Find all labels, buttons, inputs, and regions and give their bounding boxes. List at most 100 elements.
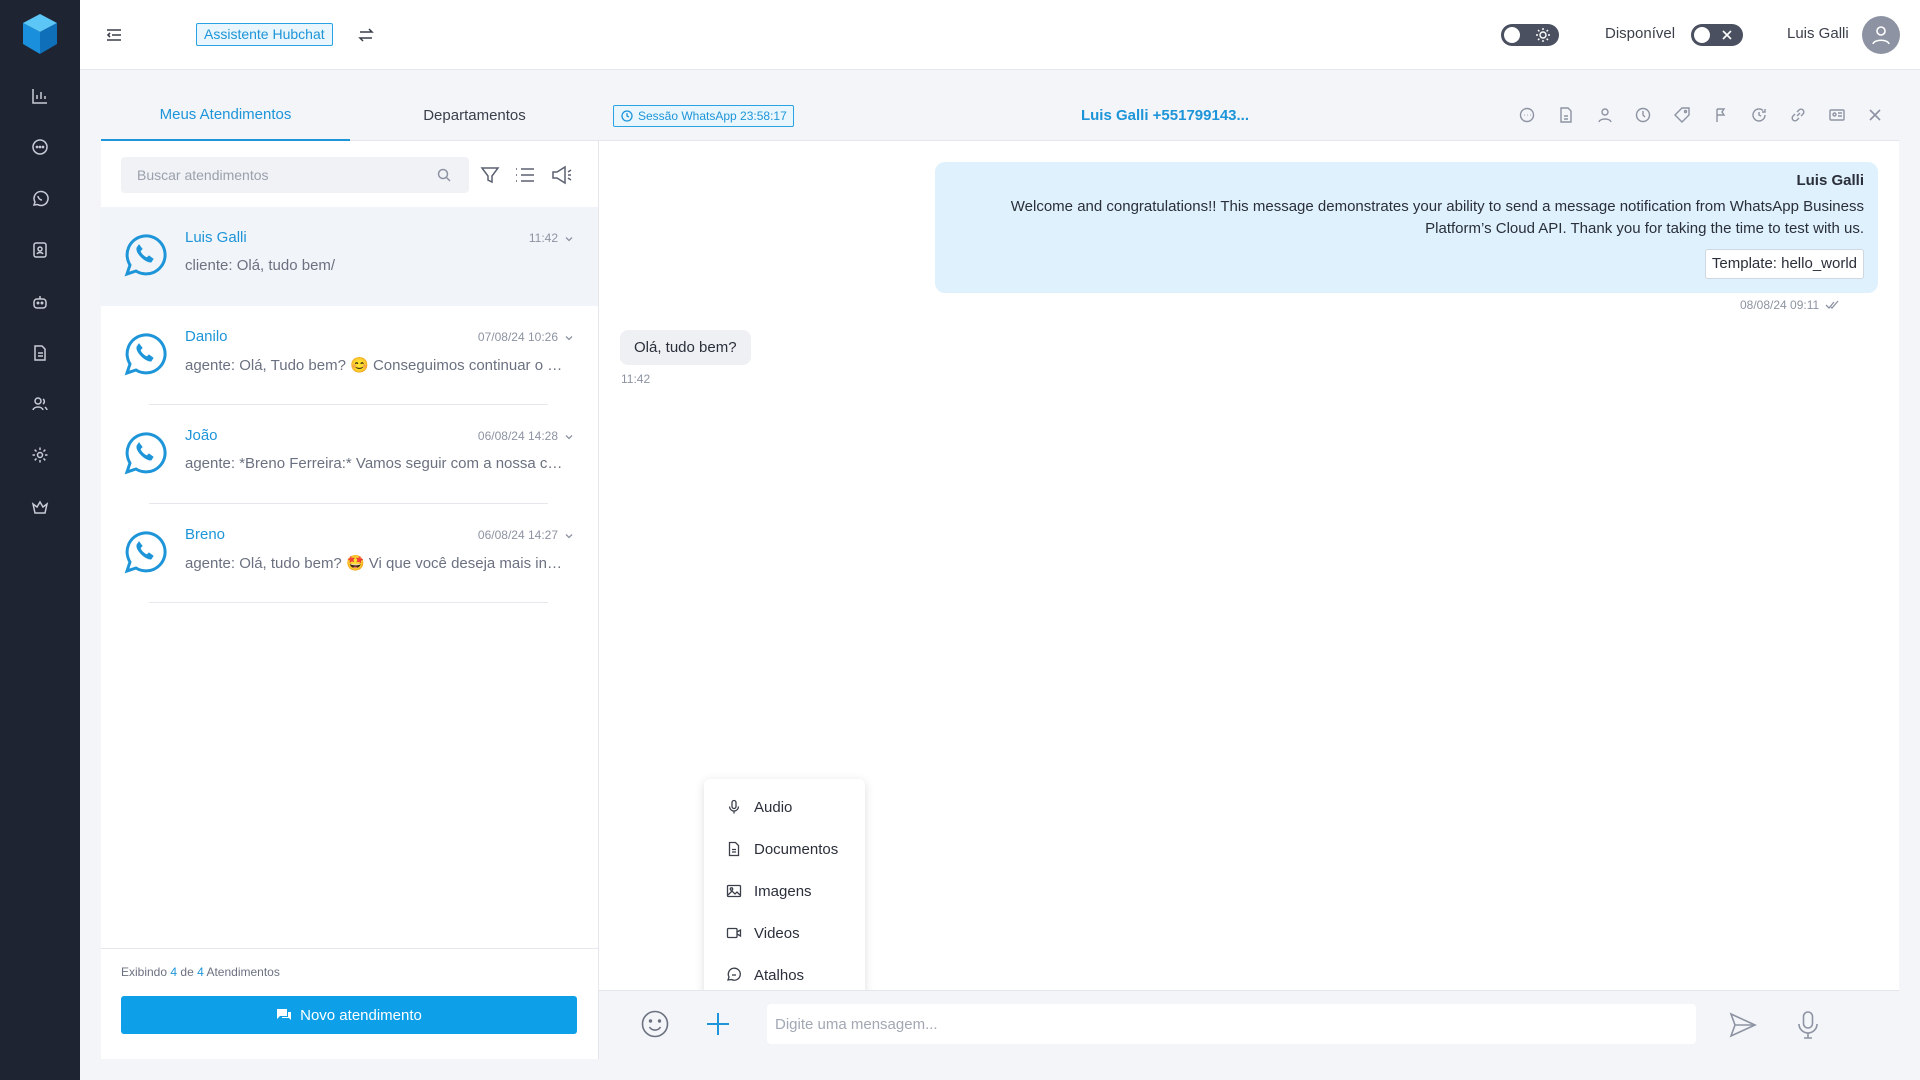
chevron-down-icon[interactable]: [564, 234, 574, 244]
new-conversation-label: Novo atendimento: [300, 1006, 422, 1024]
conversation-name: Luis Galli: [185, 229, 247, 246]
conversation-item[interactable]: João 06/08/24 14:28 agente: *Breno Ferreir…: [101, 405, 598, 504]
attach-images-label: Imagens: [754, 882, 812, 900]
message-input-wrapper: [767, 1004, 1696, 1044]
close-icon[interactable]: [1866, 106, 1886, 126]
conversation-item[interactable]: Luis Galli 11:42 cliente: Olá, tudo bem/: [101, 207, 598, 306]
attachment-menu: Audio Documentos Imagens Videos Atalhos: [704, 779, 865, 1004]
session-badge: Sessão WhatsApp 23:58:17: [613, 105, 794, 127]
attach-shortcuts[interactable]: Atalhos: [726, 964, 804, 986]
outgoing-message[interactable]: Luis Galli Welcome and congratulations!!…: [935, 162, 1878, 293]
admin-crown-icon[interactable]: [26, 493, 54, 521]
x-icon: [1722, 30, 1732, 40]
team-icon[interactable]: [26, 390, 54, 418]
search-input[interactable]: [121, 157, 441, 193]
attach-images[interactable]: Imagens: [726, 880, 812, 902]
clock-history-icon[interactable]: [1634, 106, 1654, 126]
tag-icon[interactable]: [1673, 106, 1693, 126]
message-text: Welcome and congratulations!! This messa…: [1010, 198, 1864, 237]
broadcast-megaphone-icon[interactable]: [550, 164, 574, 188]
attach-audio[interactable]: Audio: [726, 796, 792, 818]
list-view-icon[interactable]: [513, 164, 537, 188]
conversation-item[interactable]: Breno 06/08/24 14:27 agente: Olá, tudo bem…: [101, 504, 598, 603]
plus-icon: [707, 1013, 729, 1035]
template-tag: Template: hello_world: [1704, 249, 1864, 279]
message-input[interactable]: [767, 1004, 1696, 1044]
image-icon: [726, 884, 742, 898]
mic-icon: [728, 799, 740, 814]
attach-documents-label: Documentos: [754, 840, 839, 858]
conversation-preview: agente: *Breno Ferreira:* Vamos seguir c…: [185, 455, 565, 472]
send-button[interactable]: [1728, 1010, 1758, 1040]
search-icon[interactable]: [437, 168, 451, 182]
user-icon: [1872, 26, 1890, 45]
user-avatar[interactable]: [1862, 16, 1900, 54]
list-footer-divider: [101, 948, 598, 949]
chat-title[interactable]: Luis Galli +551799143...: [1060, 107, 1270, 124]
message-sender: Luis Galli: [1796, 172, 1864, 189]
attach-plus-button[interactable]: [704, 1010, 732, 1038]
availability-toggle[interactable]: [1691, 24, 1743, 46]
shortcut-icon: [727, 967, 741, 981]
double-check-icon: [1825, 300, 1839, 309]
attach-videos[interactable]: Videos: [726, 922, 800, 944]
emoji-button[interactable]: [640, 1009, 670, 1039]
send-icon: [1729, 1012, 1757, 1038]
tab-meus-atendimentos[interactable]: Meus Atendimentos: [101, 90, 350, 141]
chat-icon[interactable]: [26, 133, 54, 161]
chat-bubbles-icon: [277, 1009, 292, 1020]
user-name[interactable]: Luis Galli: [1787, 25, 1849, 42]
contacts-icon[interactable]: [26, 236, 54, 264]
message-timestamp: 08/08/24 09:11: [1740, 298, 1820, 312]
chevron-down-icon[interactable]: [564, 531, 574, 541]
attach-videos-label: Videos: [754, 924, 800, 942]
conversation-preview: agente: Olá, tudo bem? 🤩 Vi que você des…: [185, 555, 565, 572]
chevron-down-icon[interactable]: [564, 333, 574, 343]
conversation-name: João: [185, 427, 218, 444]
theme-toggle[interactable]: [1501, 24, 1559, 46]
document-icon: [728, 841, 740, 857]
voice-record-button[interactable]: [1794, 1010, 1822, 1040]
search-box: [121, 157, 469, 193]
assistant-badge[interactable]: Assistente Hubchat: [196, 23, 333, 46]
whatsapp-icon: [124, 333, 167, 376]
emoji-icon: [641, 1010, 669, 1038]
chevron-down-icon[interactable]: [564, 432, 574, 442]
mic-icon: [1798, 1011, 1818, 1039]
bot-icon[interactable]: [26, 288, 54, 316]
tab-departamentos[interactable]: Departamentos: [350, 90, 599, 141]
whatsapp-icon: [124, 432, 167, 475]
conversation-preview: cliente: Olá, tudo bem/: [185, 257, 336, 274]
whatsapp-icon: [124, 234, 167, 277]
swap-arrows-icon[interactable]: [357, 26, 375, 44]
link-icon[interactable]: [1789, 106, 1809, 126]
dashboard-chart-icon[interactable]: [26, 82, 54, 110]
whatsapp-icon[interactable]: [26, 184, 54, 212]
conversation-count: Exibindo 4 de 4 Atendimentos: [121, 965, 280, 979]
user-icon[interactable]: [1596, 106, 1616, 126]
new-conversation-button[interactable]: Novo atendimento: [121, 996, 577, 1034]
reports-icon[interactable]: [26, 339, 54, 367]
incoming-message[interactable]: Olá, tudo bem?: [620, 330, 751, 365]
id-card-icon[interactable]: [1828, 106, 1848, 126]
incoming-message-timestamp: 11:42: [621, 372, 651, 386]
conversation-time: 06/08/24 14:27: [477, 528, 558, 542]
availability-label: Disponível: [1605, 25, 1676, 42]
attach-documents[interactable]: Documentos: [726, 838, 838, 860]
list-tabs: Meus Atendimentos Departamentos: [101, 90, 599, 141]
clock-icon: [621, 110, 633, 122]
menu-collapse-icon[interactable]: [104, 25, 124, 45]
settings-gear-icon[interactable]: [26, 441, 54, 469]
conversation-time: 07/08/24 10:26: [477, 330, 558, 344]
filter-icon[interactable]: [479, 164, 503, 188]
conversation-time: 06/08/24 14:28: [477, 429, 558, 443]
conversation-item[interactable]: Danilo 07/08/24 10:26 agente: Olá, Tudo be…: [101, 306, 598, 405]
document-icon[interactable]: [1557, 106, 1577, 126]
divider: [149, 602, 548, 603]
conversation-name: Breno: [185, 526, 226, 543]
app-logo[interactable]: [20, 12, 60, 56]
chat-bubble-icon[interactable]: [1518, 106, 1538, 126]
schedule-icon[interactable]: [1750, 106, 1770, 126]
sidebar-nav: [0, 0, 80, 1080]
flag-icon[interactable]: [1712, 106, 1732, 126]
